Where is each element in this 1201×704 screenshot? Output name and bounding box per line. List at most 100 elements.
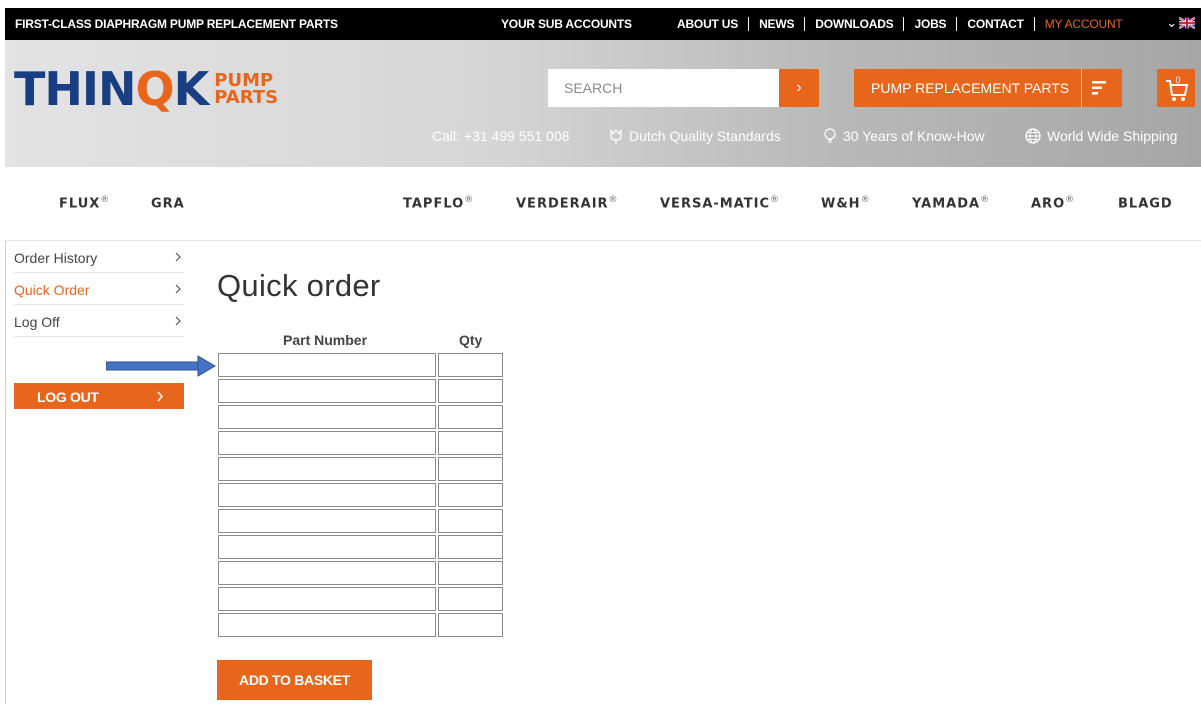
part-number-input[interactable]	[218, 353, 436, 377]
tulip-icon	[610, 129, 622, 144]
order-row-10	[218, 587, 503, 611]
part-number-header: Part Number	[283, 332, 368, 348]
qty-input[interactable]	[438, 379, 503, 403]
dutch-quality-text: Dutch Quality Standards	[629, 128, 781, 144]
qty-input[interactable]	[438, 431, 503, 455]
sidebar-item-quick-order[interactable]: Quick Order	[14, 273, 184, 305]
qty-header: Qty	[459, 332, 483, 348]
part-number-input[interactable]	[218, 535, 436, 559]
part-number-input[interactable]	[218, 431, 436, 455]
order-row-3	[218, 405, 503, 429]
part-number-input[interactable]	[218, 613, 436, 637]
sub-accounts-link[interactable]: YOUR SUB ACCOUNTS	[501, 17, 632, 31]
order-row-11	[218, 613, 503, 637]
part-number-input[interactable]	[218, 561, 436, 585]
part-number-input[interactable]	[218, 587, 436, 611]
brand-yamada[interactable]: YAMADA®	[912, 195, 990, 211]
brand-gra[interactable]: GRA	[151, 195, 185, 211]
qty-input[interactable]	[438, 613, 503, 637]
logo[interactable]: THINQK PUMP PARTS	[14, 64, 278, 114]
sidebar-item-order-history[interactable]: Order History	[14, 241, 184, 273]
order-row-9	[218, 561, 503, 585]
arrow-annotation-icon	[106, 355, 216, 377]
usp-years: 30 Years of Know-How	[823, 128, 985, 144]
cart-icon: 0	[1166, 75, 1189, 101]
qty-input[interactable]	[438, 535, 503, 559]
sidebar-item-label: Log Off	[14, 314, 60, 330]
cart-count: 0	[1175, 75, 1180, 85]
part-number-input[interactable]	[218, 509, 436, 533]
brand-tapflo[interactable]: TAPFLO®	[403, 195, 474, 211]
order-row-8	[218, 535, 503, 559]
sidebar-item-log-off[interactable]: Log Off	[14, 305, 184, 337]
usp-call: Call: +31 499 551 008	[432, 128, 569, 144]
top-strip	[0, 0, 1201, 8]
uk-flag-icon	[1179, 17, 1195, 29]
top-bar: FIRST-CLASS DIAPHRAGM PUMP REPLACEMENT P…	[5, 8, 1201, 40]
sidebar-item-label: Order History	[14, 250, 98, 266]
brand-aro[interactable]: ARO®	[1031, 195, 1075, 211]
log-out-label: LOG OUT	[37, 389, 99, 405]
chevron-right-icon	[175, 284, 181, 294]
brand-verderair[interactable]: VERDERAIR®	[516, 195, 619, 211]
chevron-right-icon	[175, 316, 181, 326]
about-us-link[interactable]: ABOUT US	[677, 17, 750, 31]
part-number-input[interactable]	[218, 457, 436, 481]
order-row-2	[218, 379, 503, 403]
brand-flux[interactable]: FLUX®	[59, 195, 110, 211]
log-out-button[interactable]: LOG OUT	[14, 383, 184, 409]
language-selector[interactable]: ⌄	[1166, 15, 1195, 30]
call-text: Call: +31 499 551 008	[432, 128, 570, 144]
qty-input[interactable]	[438, 457, 503, 481]
page-title: Quick order	[217, 268, 381, 303]
parts-button-label: PUMP REPLACEMENT PARTS	[871, 80, 1070, 96]
qty-input[interactable]	[438, 483, 503, 507]
brand-nav: FLUX® GRA TAPFLO® VERDERAIR® VERSA-MATIC…	[5, 167, 1201, 241]
chevron-down-icon: ⌄	[1166, 15, 1177, 30]
downloads-link[interactable]: DOWNLOADS	[805, 17, 905, 31]
logo-subtext: PUMP PARTS	[214, 70, 279, 108]
logo-wordmark: THINQK	[14, 62, 209, 116]
divider	[1081, 69, 1082, 107]
jobs-link[interactable]: JOBS	[904, 17, 958, 31]
order-row-7	[218, 509, 503, 533]
brand-wh[interactable]: W&H®	[821, 195, 871, 211]
header: THINQK PUMP PARTS SEARCH › PUMP REPLACEME…	[5, 40, 1201, 167]
part-number-input[interactable]	[218, 483, 436, 507]
qty-input[interactable]	[438, 353, 503, 377]
qty-input[interactable]	[438, 509, 503, 533]
order-row-1	[218, 353, 503, 377]
news-link[interactable]: NEWS	[749, 17, 806, 31]
nav-obscured-area	[185, 177, 385, 227]
cart-button[interactable]: 0	[1157, 69, 1195, 107]
chevron-right-icon	[157, 391, 164, 402]
sidebar-item-label: Quick Order	[14, 282, 90, 298]
menu-icon	[1092, 81, 1106, 95]
lightbulb-icon	[824, 128, 836, 143]
order-row-5	[218, 457, 503, 481]
chevron-right-icon	[175, 252, 181, 262]
usp-dutch: Dutch Quality Standards	[609, 128, 781, 144]
order-row-6	[218, 483, 503, 507]
account-sidebar: Order History Quick Order Log Off	[14, 241, 184, 337]
brand-blagdon[interactable]: BLAGD	[1118, 195, 1173, 211]
top-links: ABOUT US NEWS DOWNLOADS JOBS CONTACT MY …	[677, 17, 1133, 31]
search-button[interactable]: ›	[779, 69, 819, 107]
qty-input[interactable]	[438, 405, 503, 429]
my-account-link[interactable]: MY ACCOUNT	[1035, 17, 1133, 31]
search-input[interactable]: SEARCH	[548, 69, 779, 107]
add-to-basket-button[interactable]: ADD TO BASKET	[217, 660, 372, 700]
page-border	[5, 241, 6, 704]
contact-link[interactable]: CONTACT	[957, 17, 1035, 31]
world-wide-shipping-text: World Wide Shipping	[1047, 128, 1178, 144]
years-know-how-text: 30 Years of Know-How	[843, 128, 985, 144]
qty-input[interactable]	[438, 587, 503, 611]
qty-input[interactable]	[438, 561, 503, 585]
brand-versa-matic[interactable]: VERSA-MATIC®	[660, 195, 780, 211]
usp-shipping: World Wide Shipping	[1025, 128, 1177, 144]
order-row-4	[218, 431, 503, 455]
part-number-input[interactable]	[218, 379, 436, 403]
part-number-input[interactable]	[218, 405, 436, 429]
tagline: FIRST-CLASS DIAPHRAGM PUMP REPLACEMENT P…	[15, 17, 338, 31]
pump-replacement-parts-button[interactable]: PUMP REPLACEMENT PARTS	[854, 69, 1122, 107]
